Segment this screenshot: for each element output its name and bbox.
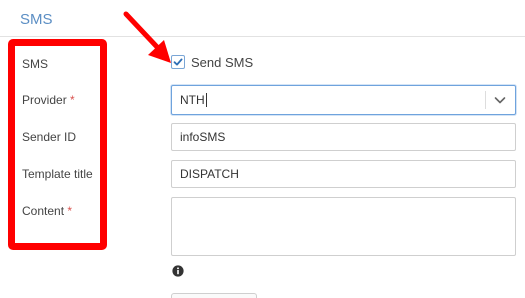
provider-select-value: NTH: [180, 93, 205, 107]
sender-id-value: infoSMS: [180, 130, 226, 144]
text-cursor: [205, 93, 207, 107]
template-title-input[interactable]: DISPATCH: [171, 160, 516, 188]
provider-select[interactable]: NTH: [171, 85, 516, 115]
send-sms-label[interactable]: Send SMS: [191, 55, 253, 70]
section-title: SMS: [20, 11, 53, 28]
partially-visible-button[interactable]: [171, 293, 257, 298]
chevron-down-icon[interactable]: [493, 93, 507, 107]
section-divider: [0, 36, 525, 37]
send-sms-checkbox-row[interactable]: Send SMS: [171, 54, 253, 70]
content-textarea[interactable]: [171, 197, 516, 256]
select-divider: [485, 91, 486, 109]
sender-id-input[interactable]: infoSMS: [171, 123, 516, 151]
info-icon[interactable]: [172, 265, 184, 277]
annotation-arrow-icon: [123, 11, 171, 63]
template-title-value: DISPATCH: [180, 167, 239, 181]
annotation-highlight-box: [8, 39, 107, 250]
